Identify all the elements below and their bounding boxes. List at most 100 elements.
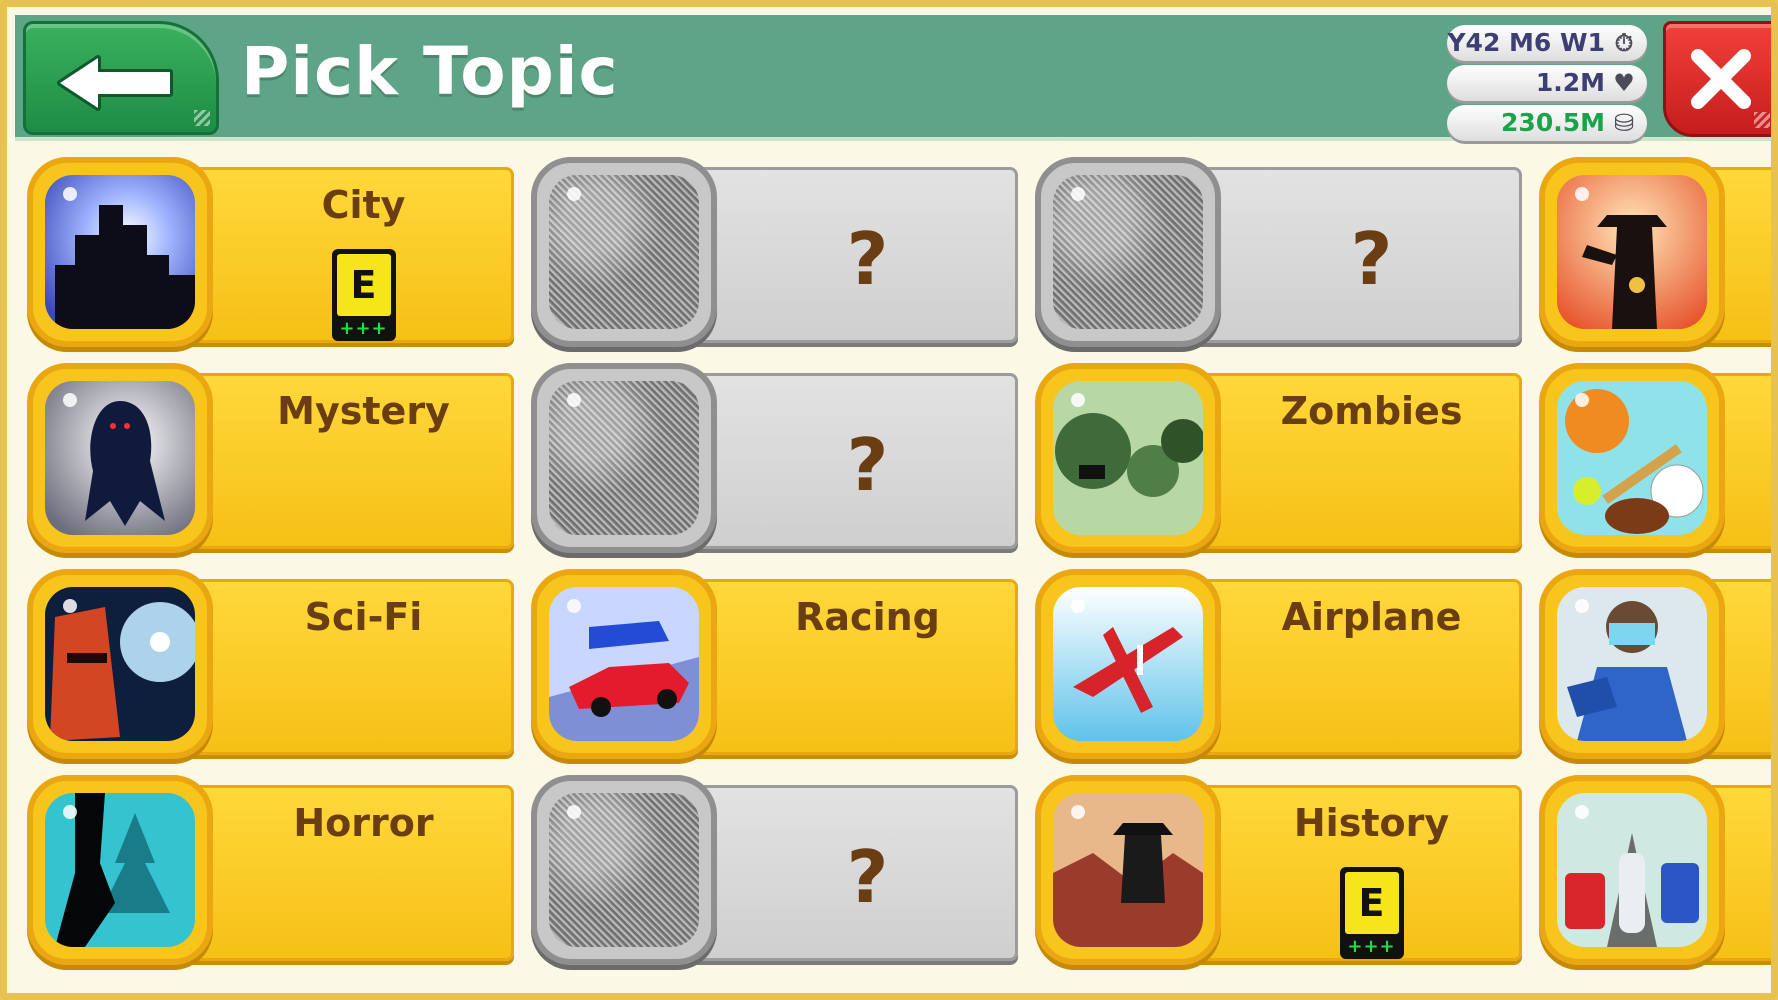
topic-thumbnail (531, 569, 717, 759)
topic-thumbnail (1539, 157, 1725, 347)
topic-thumbnail (27, 157, 213, 347)
topic-name: Mystery (277, 389, 450, 433)
topic-thumbnail (1035, 363, 1221, 553)
locked-topic-card[interactable]: ? (531, 157, 1018, 347)
fans-text: 1.2M (1535, 68, 1605, 97)
shine-highlight (567, 599, 581, 613)
resize-grip (1754, 112, 1770, 128)
locked-topic-label: ? (846, 835, 889, 919)
topic-name: Racing (795, 595, 940, 639)
topic-card[interactable]: Sci-Fi (27, 569, 514, 759)
shine-highlight (1071, 393, 1085, 407)
shine-highlight (1071, 187, 1085, 201)
topic-thumbnail (1035, 569, 1221, 759)
clock-icon: ⏱ (1614, 29, 1634, 57)
napoleon-icon (1053, 793, 1203, 947)
static-noise-icon (549, 175, 699, 329)
coins-icon: ⛁ (1613, 109, 1635, 137)
locked-topic-label: ? (1350, 217, 1393, 301)
resize-grip (194, 110, 210, 126)
topic-thumbnail (27, 569, 213, 759)
creepy-forest-icon (45, 793, 195, 947)
city-skyline-icon (45, 175, 195, 329)
topic-card[interactable]: Racing (531, 569, 1018, 759)
topic-thumbnail (1539, 363, 1725, 553)
rating-badge: E +++ (1339, 867, 1404, 959)
locked-topic-label: ? (846, 423, 889, 507)
locked-topic-card[interactable]: ? (531, 775, 1018, 965)
page-title: Pick Topic (241, 33, 619, 110)
locked-topic-label: ? (846, 217, 889, 301)
topic-name: Sci-Fi (304, 595, 423, 639)
topic-thumbnail (531, 775, 717, 965)
topic-name: History (1293, 801, 1450, 845)
topic-card[interactable]: Mystery (27, 363, 514, 553)
shine-highlight (567, 187, 581, 201)
cowboy-icon (1557, 175, 1707, 329)
shine-highlight (1575, 805, 1589, 819)
date-text: Y42 M6 W1 (1447, 28, 1605, 57)
sports-balls-icon (1557, 381, 1707, 535)
static-noise-icon (549, 793, 699, 947)
money-display: 230.5M ⛁ (1447, 105, 1647, 141)
topic-card[interactable]: Zombies (1035, 363, 1522, 553)
locked-topic-card[interactable]: ? (1035, 157, 1522, 347)
topic-thumbnail (531, 363, 717, 553)
back-button[interactable] (23, 21, 219, 135)
shine-highlight (1575, 393, 1589, 407)
shine-highlight (1575, 599, 1589, 613)
topic-card[interactable] (1539, 363, 1771, 553)
rating-badge: E +++ (331, 249, 396, 341)
topic-thumbnail (1539, 775, 1725, 965)
zombie-icon (1053, 381, 1203, 535)
topic-card[interactable]: History E +++ (1035, 775, 1522, 965)
topic-card[interactable]: Airplane (1035, 569, 1522, 759)
shine-highlight (1575, 187, 1589, 201)
money-text: 230.5M (1501, 108, 1605, 137)
static-noise-icon (1053, 175, 1203, 329)
airplane-icon (1053, 587, 1203, 741)
shine-highlight (63, 393, 77, 407)
topic-thumbnail (531, 157, 717, 347)
close-button[interactable] (1663, 21, 1771, 137)
robot-icon (45, 587, 195, 741)
surgeon-icon (1557, 587, 1707, 741)
topic-name: Zombies (1280, 389, 1463, 433)
header-bar: Pick Topic Y42 M6 W1 ⏱ 1.2M ♥ 230.5M ⛁ (15, 15, 1771, 141)
shine-highlight (63, 599, 77, 613)
shine-highlight (63, 187, 77, 201)
topic-thumbnail (27, 775, 213, 965)
arrow-left-icon (57, 55, 173, 111)
topic-thumbnail (1035, 775, 1221, 965)
rating-letter: E (336, 254, 391, 316)
locked-topic-card[interactable]: ? (531, 363, 1018, 553)
topic-card[interactable]: Horror (27, 775, 514, 965)
topic-card[interactable] (1539, 569, 1771, 759)
topic-thumbnail (27, 363, 213, 553)
close-icon (1691, 49, 1751, 109)
topic-card[interactable] (1539, 775, 1771, 965)
shine-highlight (1071, 805, 1085, 819)
topic-card[interactable]: City E +++ (27, 157, 514, 347)
topic-name: Airplane (1281, 595, 1462, 639)
topic-name: Horror (293, 801, 434, 845)
vehicles-icon (1557, 793, 1707, 947)
static-noise-icon (549, 381, 699, 535)
topic-name: City (321, 183, 406, 227)
fans-display: 1.2M ♥ (1447, 65, 1647, 101)
race-car-icon (549, 587, 699, 741)
heart-icon: ♥ (1613, 69, 1635, 97)
rating-plus: +++ (1347, 936, 1396, 957)
rating-letter: E (1344, 872, 1399, 934)
screen-frame: Pick Topic Y42 M6 W1 ⏱ 1.2M ♥ 230.5M ⛁ C… (0, 0, 1778, 1000)
date-display: Y42 M6 W1 ⏱ (1447, 25, 1647, 61)
rating-plus: +++ (339, 318, 388, 339)
shine-highlight (567, 805, 581, 819)
ghost-icon (45, 381, 195, 535)
shine-highlight (567, 393, 581, 407)
topic-card[interactable] (1539, 157, 1771, 347)
topic-thumbnail (1035, 157, 1221, 347)
shine-highlight (1071, 599, 1085, 613)
topic-thumbnail (1539, 569, 1725, 759)
shine-highlight (63, 805, 77, 819)
